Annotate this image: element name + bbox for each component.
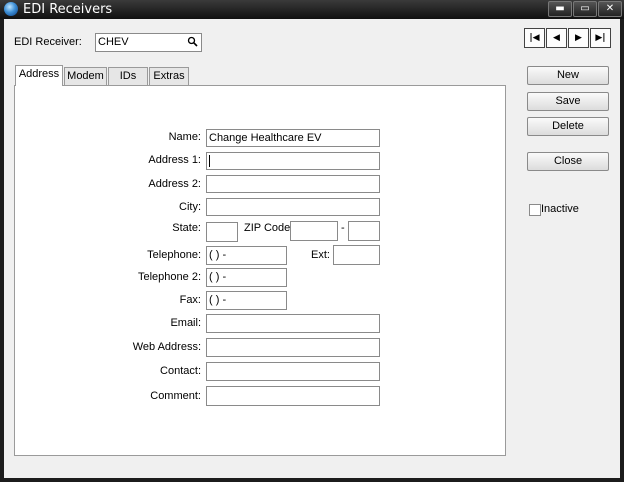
app-icon [4,2,18,16]
zip-code-input[interactable] [290,221,338,241]
tab-extras[interactable]: Extras [149,67,189,85]
title-bar[interactable]: EDI Receivers ▬ ▭ ✕ [0,0,624,19]
telephone2-input[interactable]: ( ) - [206,268,287,287]
zip-extension-input[interactable] [348,221,380,241]
tab-ids[interactable]: IDs [108,67,148,85]
city-input[interactable] [206,198,380,216]
address2-label: Address 2: [148,178,201,190]
telephone-input[interactable]: ( ) - [206,246,287,265]
name-input[interactable]: Change Healthcare EV [206,129,380,147]
contact-input[interactable] [206,362,380,381]
window-client: EDI Receiver: CHEV |◀ ◀ ▶ ▶| Address Mod… [4,19,620,478]
comment-label: Comment: [150,390,201,402]
name-label: Name: [168,131,201,143]
fax-input[interactable]: ( ) - [206,291,287,310]
window-controls: ▬ ▭ ✕ [547,1,622,17]
close-window-button[interactable]: ✕ [598,1,622,17]
edi-receiver-value: CHEV [98,36,129,48]
email-input[interactable] [206,314,380,333]
last-record-button[interactable]: ▶| [590,28,611,48]
inactive-label: Inactive [541,203,579,215]
new-button[interactable]: New [527,66,609,85]
close-button[interactable]: Close [527,152,609,171]
email-label: Email: [170,317,201,329]
address1-label: Address 1: [148,154,201,166]
tab-modem[interactable]: Modem [64,67,107,85]
contact-label: Contact: [160,365,201,377]
text-cursor [209,155,210,168]
maximize-button[interactable]: ▭ [573,1,597,17]
minimize-button[interactable]: ▬ [548,1,572,17]
fax-label: Fax: [179,294,201,306]
window-title: EDI Receivers [23,2,113,17]
tab-address[interactable]: Address [15,65,63,86]
city-label: City: [179,201,201,213]
zip-code-label: ZIP Code: [244,222,294,234]
address2-input[interactable] [206,175,380,193]
telephone2-label: Telephone 2: [138,271,201,283]
ext-label: Ext: [311,249,330,261]
first-record-button[interactable]: |◀ [524,28,545,48]
state-input[interactable] [206,222,238,242]
inactive-checkbox[interactable] [529,204,541,216]
edi-receiver-field[interactable]: CHEV [95,33,202,52]
address1-input[interactable] [206,152,380,170]
comment-input[interactable] [206,386,380,406]
previous-record-button[interactable]: ◀ [546,28,567,48]
ext-input[interactable] [333,245,380,265]
save-button[interactable]: Save [527,92,609,111]
web-address-label: Web Address: [132,341,201,353]
telephone-label: Telephone: [147,249,201,261]
edi-receiver-label: EDI Receiver: [14,36,82,48]
web-address-input[interactable] [206,338,380,357]
zip-separator: - [341,222,345,234]
search-icon[interactable] [187,36,198,51]
next-record-button[interactable]: ▶ [568,28,589,48]
state-label: State: [172,222,201,234]
delete-button[interactable]: Delete [527,117,609,136]
